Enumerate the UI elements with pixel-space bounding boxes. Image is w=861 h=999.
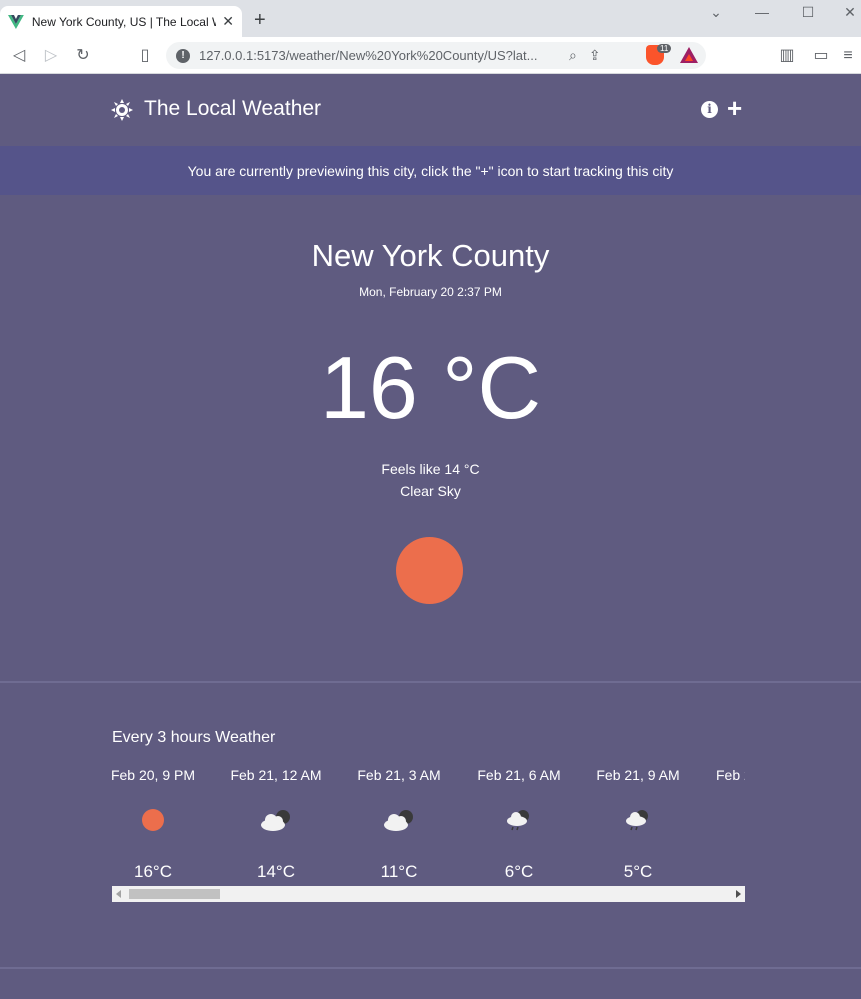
rain-cloud-icon [469,800,569,840]
section-divider [0,681,861,683]
scroll-left-icon[interactable] [116,890,121,898]
sun-icon [112,800,203,840]
tab-title: New York County, US | The Local Weather [31,14,216,29]
preview-banner: You are currently previewing this city, … [0,146,861,195]
hourly-item: Feb 21, 12 AM 14°C [226,764,326,882]
tab-close-icon[interactable]: ✕ [222,13,234,30]
hourly-temp: 6°C [504,862,534,881]
close-window-icon[interactable]: ✕ [840,4,860,21]
hourly-item: Feb 21, 9 AM 5°C [588,764,688,882]
hourly-item: Feb 21, 3 AM 11°C [349,764,449,882]
hourly-item: Feb 21, 12 PM [716,764,745,786]
current-temperature: 16 °C [319,338,542,437]
info-icon[interactable]: i [701,101,718,118]
browser-toolbar: ◁ ▷ ↻ ▯ ! 127.0.0.1:5173/weather/New%20Y… [0,37,861,74]
rain-cloud-icon [588,800,688,840]
new-tab-icon[interactable]: + [254,10,266,30]
bookmark-icon[interactable]: ▯ [135,46,155,66]
hourly-time: Feb 21, 6 AM [477,767,561,783]
hourly-temp: 16°C [134,862,172,881]
weather-condition: Clear Sky [400,483,461,499]
menu-icon[interactable]: ≡ [838,46,858,66]
tab-search-chevron-icon[interactable]: ⌄ [706,4,726,21]
sidebar-icon[interactable]: ▥ [777,46,797,66]
share-icon[interactable]: ⇪ [589,47,601,64]
address-bar[interactable]: ! 127.0.0.1:5173/weather/New%20York%20Co… [166,42,706,69]
city-name: New York County [311,238,550,273]
brave-rewards-inner [685,54,693,61]
app-header: The Local Weather i + [0,74,861,146]
browser-tab[interactable]: New York County, US | The Local Weather … [0,6,242,37]
hourly-time: Feb 21, 9 AM [596,767,680,783]
site-info-icon[interactable]: ! [176,48,190,63]
scrollbar-thumb[interactable] [129,889,220,899]
cloudy-night-icon [226,800,326,840]
hourly-time: Feb 20, 9 PM [112,767,196,783]
reload-icon[interactable]: ↻ [73,46,93,66]
hourly-item: Feb 21, 6 AM 6°C [469,764,569,882]
hourly-temp: 14°C [257,862,295,881]
hourly-title: Every 3 hours Weather [112,729,276,746]
current-datetime: Mon, February 20 2:37 PM [359,285,502,299]
forward-icon[interactable]: ▷ [41,46,61,66]
hourly-temp: 5°C [623,862,653,881]
wallet-icon[interactable]: ▭ [811,46,831,66]
back-icon[interactable]: ◁ [9,46,29,66]
feels-like: Feels like 14 °C [381,461,480,477]
sun-icon [396,537,463,604]
cloudy-night-icon [349,800,449,840]
preview-banner-text: You are currently previewing this city, … [187,162,674,179]
hourly-time: Feb 21, 3 AM [357,767,441,783]
hourly-time: Feb 21, 12 PM [716,767,745,783]
section-divider [0,967,861,969]
brave-shields-count: 11 [657,44,672,53]
vue-favicon-icon [8,14,24,29]
hourly-time: Feb 21, 12 AM [230,767,322,783]
hourly-temp: 11°C [380,862,418,881]
brand-title[interactable]: The Local Weather [144,97,321,121]
maximize-icon[interactable]: ☐ [798,4,818,21]
browser-tabstrip: New York County, US | The Local Weather … [0,0,861,37]
url-text[interactable]: 127.0.0.1:5173/weather/New%20York%20Coun… [199,48,557,63]
minimize-icon[interactable]: — [752,4,772,20]
add-city-icon[interactable]: + [727,94,742,122]
hourly-scrollbar[interactable] [112,886,745,902]
sun-logo-icon[interactable] [111,99,133,121]
scroll-right-icon[interactable] [736,890,741,898]
hourly-forecast-list[interactable]: Feb 20, 9 PM 16°C Feb 21, 12 AM 14°C Feb… [112,764,745,886]
hourly-item: Feb 20, 9 PM 16°C [112,764,203,882]
zoom-icon[interactable]: ⌕ [569,47,577,64]
